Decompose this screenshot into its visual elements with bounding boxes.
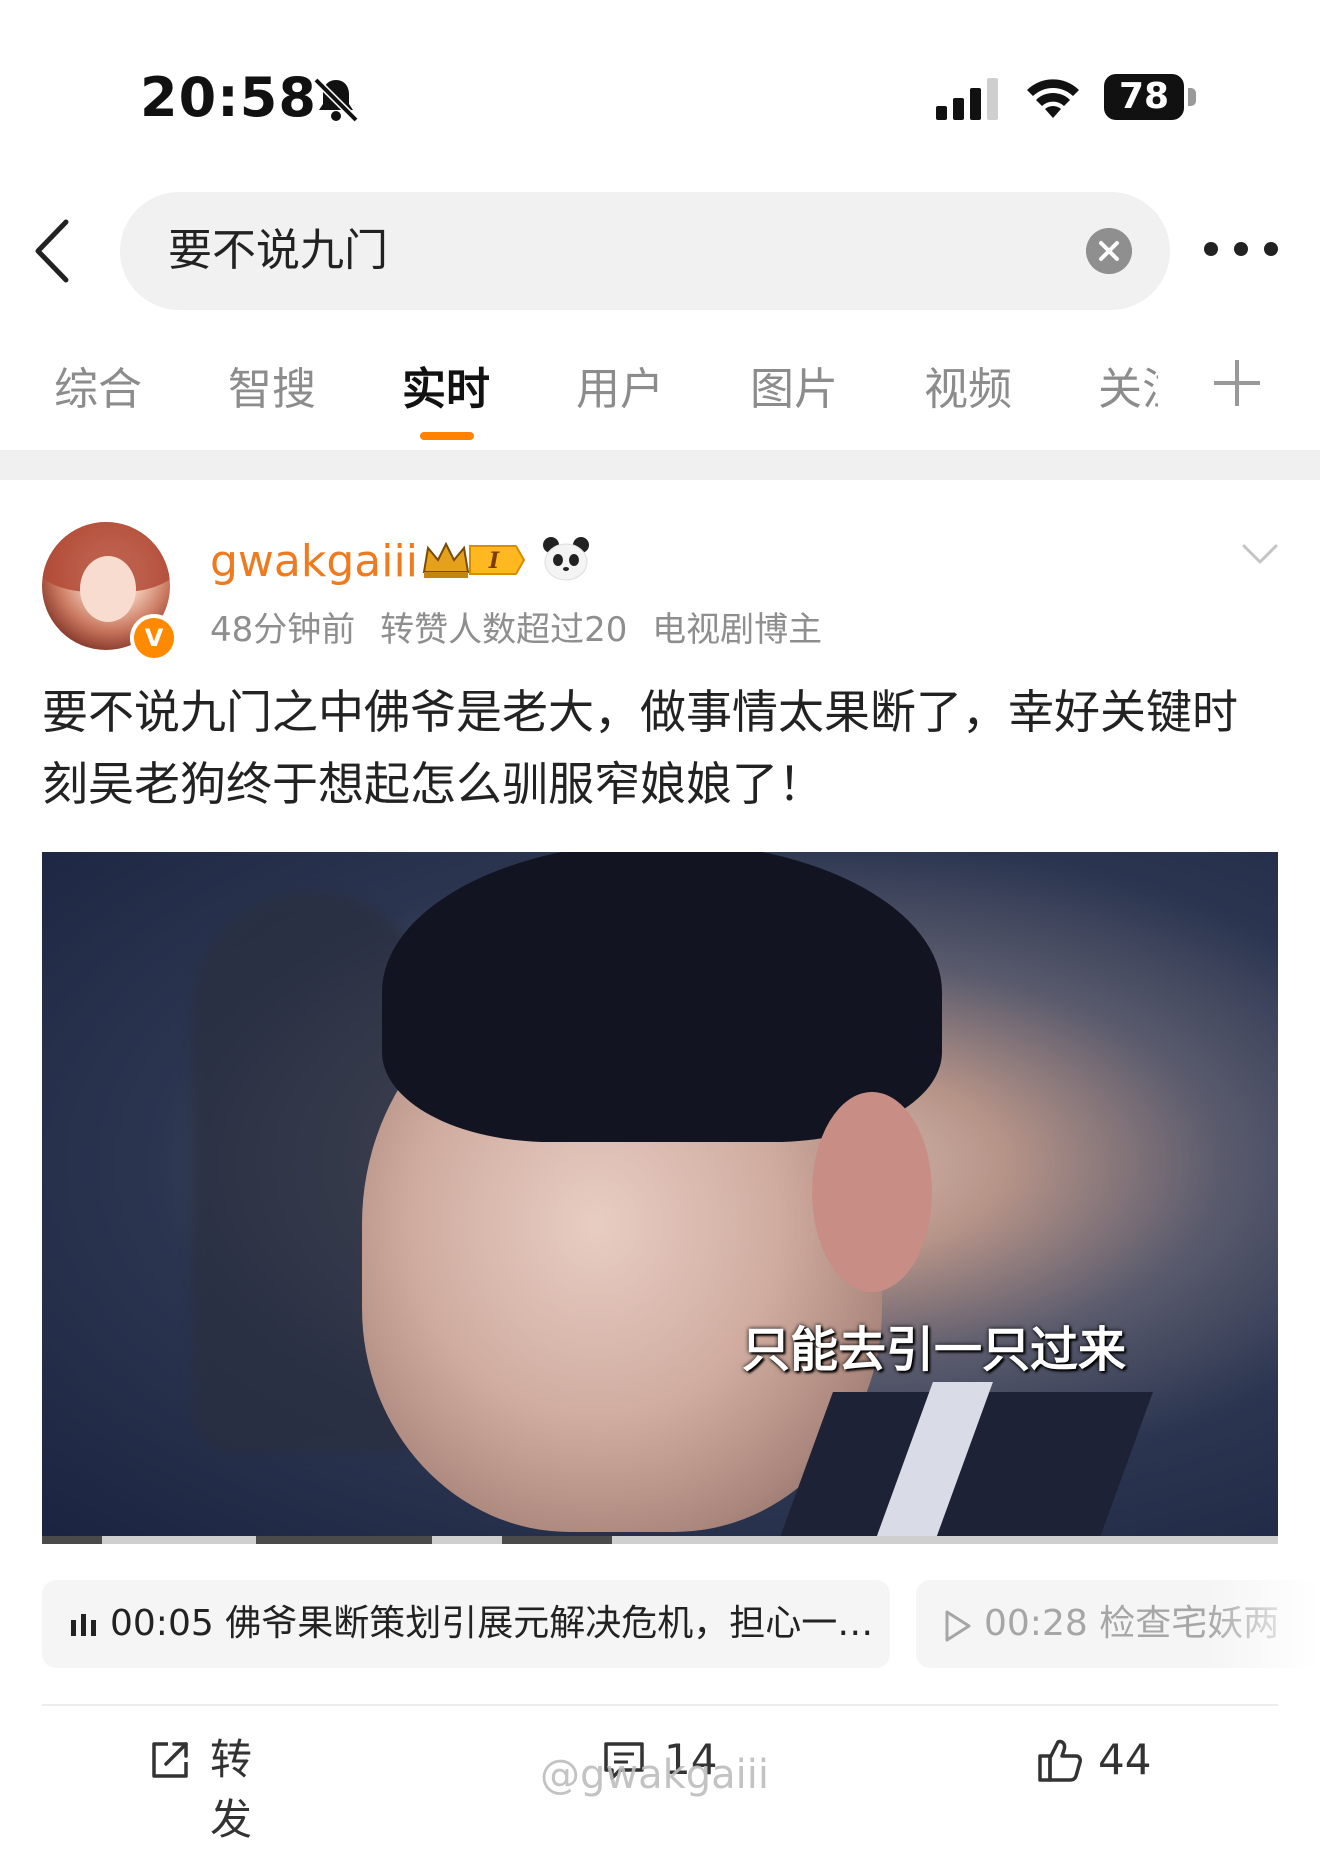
chapter-item[interactable]: 00:05 佛爷果断策划引展元解决危机，担心一… xyxy=(42,1580,890,1668)
post-username[interactable]: gwakgaiii xyxy=(210,536,418,587)
like-count: 44 xyxy=(1098,1735,1152,1784)
chapter-time: 00:05 xyxy=(110,1603,214,1644)
post-time: 48分钟前 xyxy=(210,610,356,650)
post-text: 要不说九门之中佛爷是老大，做事情太果断了，幸好关键时刻吴老狗终于想起怎么驯服窄娘… xyxy=(42,685,1238,811)
battery-icon: 78 xyxy=(1104,74,1198,120)
repost-label: 转发 xyxy=(210,1735,253,1844)
tab-videos[interactable]: 视频 xyxy=(924,350,1012,430)
crown-level-badge-icon: I xyxy=(422,541,526,578)
chapter-fade-overlay xyxy=(1206,1580,1320,1668)
level-badge-text: I xyxy=(488,548,500,574)
search-tabs: 综合 智搜 实时 用户 图片 视频 关注 xyxy=(0,350,1320,450)
verified-badge-icon: V xyxy=(130,614,178,662)
video-player[interactable]: 只能去引一只过来 xyxy=(42,852,1278,1544)
tab-users[interactable]: 用户 xyxy=(576,350,664,430)
active-tab-indicator xyxy=(420,432,474,440)
section-divider xyxy=(0,450,1320,480)
battery-level: 78 xyxy=(1118,76,1170,117)
thumbs-up-icon xyxy=(1038,1739,1082,1782)
panda-icon xyxy=(543,537,589,581)
tab-smart-search[interactable]: 智搜 xyxy=(228,350,316,430)
tab-comprehensive[interactable]: 综合 xyxy=(54,350,142,430)
repost-icon xyxy=(152,1742,188,1778)
status-bar: 20:58 78 xyxy=(0,0,1320,170)
weibo-watermark: @gwakgaiii xyxy=(540,1752,770,1798)
video-subtitle: 只能去引一只过来 xyxy=(742,1322,1127,1378)
audio-bars-icon xyxy=(71,1614,96,1636)
tab-images[interactable]: 图片 xyxy=(750,350,838,430)
chapter-time: 00:28 xyxy=(984,1603,1088,1644)
chevron-down-icon[interactable] xyxy=(1240,540,1280,568)
search-query[interactable]: 要不说九门 xyxy=(168,192,388,310)
search-input[interactable]: 要不说九门 xyxy=(120,192,1170,310)
post-author-tag: 电视剧博主 xyxy=(652,610,823,650)
post-stat: 转赞人数超过20 xyxy=(380,610,628,650)
more-options-icon[interactable] xyxy=(1204,236,1280,266)
back-arrow-icon[interactable] xyxy=(30,216,80,286)
wifi-icon xyxy=(1027,79,1079,118)
post-meta: 48分钟前 转赞人数超过20 电视剧博主 xyxy=(210,602,836,651)
tab-following[interactable]: 关注 xyxy=(1098,350,1158,430)
chapter-title: 佛爷果断策划引展元解决危机，担心一… xyxy=(225,1603,874,1644)
tab-realtime[interactable]: 实时 xyxy=(402,350,490,430)
add-tab-icon[interactable] xyxy=(1214,360,1260,406)
clear-search-icon[interactable] xyxy=(1086,228,1132,274)
play-icon xyxy=(945,1610,971,1642)
status-time: 20:58 xyxy=(140,66,317,129)
bell-muted-icon xyxy=(313,77,359,123)
action-divider xyxy=(42,1704,1278,1706)
cellular-signal-icon xyxy=(936,78,998,120)
video-progress-bar[interactable] xyxy=(42,1536,1278,1544)
